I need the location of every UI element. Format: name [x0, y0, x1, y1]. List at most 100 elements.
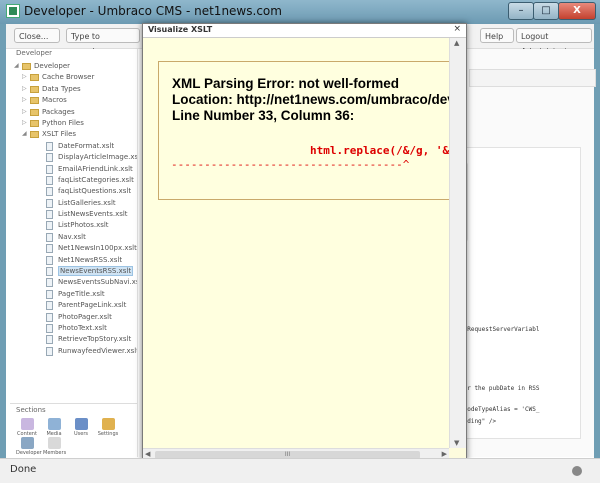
file-icon: [46, 267, 53, 277]
tree-folder-item[interactable]: ◢ XSLT Files: [10, 129, 137, 140]
tree-file-item[interactable]: NewsEventsSubNavi.xslt: [10, 277, 137, 288]
tree-item-label: PageTitle.xslt: [58, 289, 105, 298]
status-bar: Done: [0, 458, 600, 483]
tree-file-item[interactable]: PageTitle.xslt: [10, 289, 137, 300]
tree-file-item[interactable]: Net1NewsIn100px.xslt: [10, 243, 137, 254]
scroll-right-icon[interactable]: ▶: [442, 450, 447, 458]
code-line: for the pubDate in RSS: [460, 385, 540, 392]
section-label: Members: [43, 450, 67, 456]
tree-item-label: ParentPageLink.xslt: [58, 301, 127, 310]
section-settings[interactable]: Settings: [97, 418, 119, 437]
folder-icon: [30, 85, 39, 93]
section-label: Settings: [97, 431, 119, 437]
folder-icon: [30, 108, 39, 116]
tree-file-item[interactable]: EmailAFriendLink.xslt: [10, 164, 137, 175]
scroll-down-icon[interactable]: ▼: [454, 439, 459, 447]
tree-file-item[interactable]: DisplayArticleImage.xslt: [10, 152, 137, 163]
left-panel: Developer ◢ Developer ▷ Cache Browser ▷ Data …: [10, 49, 138, 457]
section-members[interactable]: Members: [43, 437, 67, 456]
tree-item-label: Nav.xslt: [58, 232, 86, 241]
content-icon: [20, 418, 34, 430]
tree-item-label: ListNewsEvents.xslt: [58, 210, 128, 219]
error-location: Location: http://net1news.com/umbraco/de…: [172, 92, 449, 107]
tree-file-item[interactable]: NewsEventsRSS.xslt: [10, 266, 137, 277]
tree-item-label: RunwayfeedViewer.xslt: [58, 346, 137, 355]
code-line: @nodeTypeAlias = 'CWS_: [460, 406, 540, 413]
tree-file-item[interactable]: ParentPageLink.xslt: [10, 300, 137, 311]
tree-file-item[interactable]: RetrieveTopStory.xslt: [10, 334, 137, 345]
collapsed-arrow-icon[interactable]: ▷: [22, 96, 28, 103]
tree-file-item[interactable]: PhotoPager.xslt: [10, 312, 137, 323]
sections-header: Sections: [16, 406, 46, 414]
tree-file-item[interactable]: Nav.xslt: [10, 232, 137, 243]
collapsed-arrow-icon[interactable]: ▷: [22, 85, 28, 92]
section-users[interactable]: Users: [70, 418, 92, 437]
close-window-button[interactable]: X: [558, 2, 596, 20]
folder-icon: [30, 97, 39, 105]
section-content[interactable]: Content: [16, 418, 38, 437]
file-icon: [46, 198, 53, 208]
tree-item-label: DisplayArticleImage.xslt: [58, 153, 137, 162]
tree-folder-item[interactable]: ▷ Data Types: [10, 84, 137, 95]
file-icon: [46, 335, 53, 345]
tree-item-label: XSLT Files: [42, 130, 77, 139]
file-icon: [46, 312, 53, 322]
tree-file-item[interactable]: ListNewsEvents.xslt: [10, 209, 137, 220]
folder-icon: [30, 131, 39, 139]
dialog-vertical-scrollbar[interactable]: ▲ ▼: [449, 38, 466, 448]
app-window: Developer - Umbraco CMS - net1news.com –…: [0, 0, 600, 483]
tree-item-label: Packages: [42, 107, 75, 116]
folder-icon: [30, 119, 39, 127]
tree-item-label: faqListQuestions.xslt: [58, 187, 132, 196]
expanded-arrow-icon[interactable]: ◢: [14, 62, 20, 69]
tree-file-item[interactable]: Net1NewsRSS.xslt: [10, 255, 137, 266]
media-icon: [47, 418, 61, 430]
minimize-button[interactable]: –: [508, 2, 534, 20]
section-developer[interactable]: Developer: [16, 437, 42, 456]
scroll-up-icon[interactable]: ▲: [454, 39, 459, 47]
tree-file-item[interactable]: DateFormat.xslt: [10, 141, 137, 152]
close-tree-button[interactable]: Close...: [14, 28, 60, 43]
tree-folder-item[interactable]: ▷ Python Files: [10, 118, 137, 129]
tree-file-item[interactable]: PhotoText.xslt: [10, 323, 137, 334]
section-media[interactable]: Media: [43, 418, 65, 437]
tree-file-item[interactable]: ListGalleries.xslt: [10, 198, 137, 209]
tree-folder-item[interactable]: ◢ Developer: [10, 61, 137, 72]
file-icon: [46, 164, 53, 174]
settings-gear-icon[interactable]: [572, 466, 582, 476]
scroll-left-icon[interactable]: ◀: [145, 450, 150, 458]
collapsed-arrow-icon[interactable]: ▷: [22, 108, 28, 115]
help-button[interactable]: Help: [480, 28, 514, 43]
users-icon: [74, 418, 88, 430]
visualize-xslt-dialog: Visualize XSLT × XML Parsing Error: not …: [142, 23, 467, 462]
error-heading: XML Parsing Error: not well-formed: [172, 76, 400, 91]
tree-file-item[interactable]: RunwayfeedViewer.xslt: [10, 346, 137, 357]
file-icon: [46, 289, 53, 299]
tree-file-item[interactable]: ListPhotos.xslt: [10, 220, 137, 231]
folder-icon: [30, 74, 39, 82]
expanded-arrow-icon[interactable]: ◢: [22, 130, 28, 137]
file-icon: [46, 210, 53, 220]
tree-header: Developer: [16, 49, 53, 57]
settings-icon: [101, 418, 115, 430]
tree-folder-item[interactable]: ▷ Packages: [10, 107, 137, 118]
collapsed-arrow-icon[interactable]: ▷: [22, 119, 28, 126]
close-icon[interactable]: ×: [453, 24, 461, 34]
sections-panel: Sections Content Media Users Settings Develo…: [10, 403, 137, 458]
file-icon: [46, 278, 53, 288]
tree-item-label: EmailAFriendLink.xslt: [58, 164, 133, 173]
tree-folder-item[interactable]: ▷ Macros: [10, 95, 137, 106]
tree-file-item[interactable]: faqListCategories.xslt: [10, 175, 137, 186]
logout-button[interactable]: Logout Administrator: [516, 28, 592, 56]
maximize-button[interactable]: □: [533, 2, 559, 20]
search-input[interactable]: Type to search...: [66, 28, 140, 56]
dialog-titlebar: Visualize XSLT ×: [143, 24, 466, 38]
dialog-title: Visualize XSLT: [148, 25, 213, 34]
file-icon: [46, 244, 53, 254]
collapsed-arrow-icon[interactable]: ▷: [22, 73, 28, 80]
code-editor[interactable]: y:RequestServerVariabl for the pubDate i…: [457, 147, 581, 439]
section-label: Developer: [16, 450, 42, 456]
tree-folder-item[interactable]: ▷ Cache Browser: [10, 72, 137, 83]
tree-item-label: NewsEventsRSS.xslt: [58, 266, 134, 277]
tree-file-item[interactable]: faqListQuestions.xslt: [10, 186, 137, 197]
